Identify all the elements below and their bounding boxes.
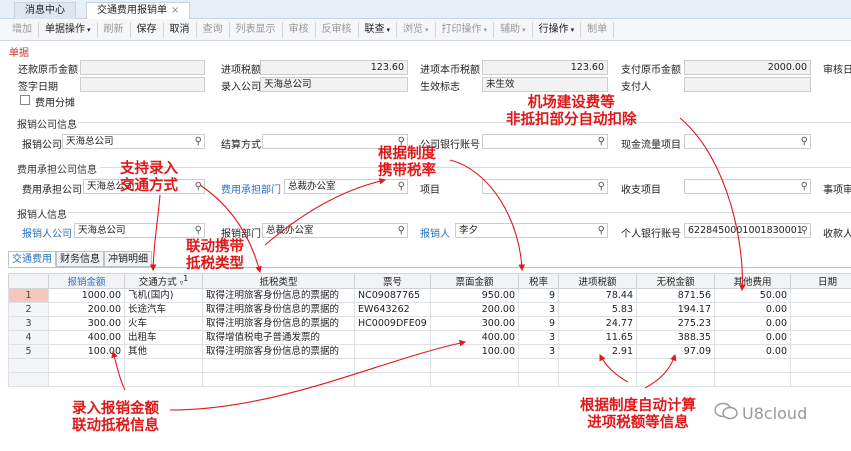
annotation-line: 根据制度自动计算 [580, 398, 696, 414]
arrow-auto-left [599, 354, 629, 383]
arrow-airport [679, 117, 746, 292]
annotation-line: 根据制度 [378, 146, 436, 162]
annotation-linkage: 联动携带 抵税类型 [186, 239, 244, 273]
annotation-line: 支持录入 [120, 161, 178, 177]
arrow-amount [111, 350, 126, 391]
annotation-auto: 根据制度自动计算 进项税额等信息 [580, 398, 696, 432]
arrow-rate-down [449, 159, 526, 272]
annotation-line: 录入报销金额 [72, 401, 159, 417]
watermark-text: U8cloud [742, 404, 808, 423]
annotation-transport: 支持录入 交通方式 [120, 161, 178, 195]
annotation-line: 联动抵税信息 [72, 418, 159, 434]
annotation-line: 抵税类型 [186, 256, 244, 272]
annotation-line: 携带税率 [378, 163, 436, 179]
annotation-line: 进项税额等信息 [587, 415, 689, 431]
annotation-airport: 机场建设费等 非抵扣部分自动扣除 [506, 95, 637, 129]
annotation-rate: 根据制度 携带税率 [378, 146, 436, 180]
arrow-transport [149, 194, 161, 272]
annotation-arrows [111, 117, 746, 411]
annotation-line: 交通方式 [120, 178, 178, 194]
annotation-line: 联动携带 [186, 239, 244, 255]
annotation-amount: 录入报销金额 联动抵税信息 [72, 401, 159, 435]
annotation-line: 机场建设费等 [527, 95, 615, 111]
arrow-auto-right [644, 353, 677, 389]
annotation-line: 非抵扣部分自动扣除 [506, 112, 637, 128]
arrow-amount-right [169, 339, 467, 411]
wechat-icon [714, 402, 738, 420]
arrow-rate-up [264, 177, 387, 246]
